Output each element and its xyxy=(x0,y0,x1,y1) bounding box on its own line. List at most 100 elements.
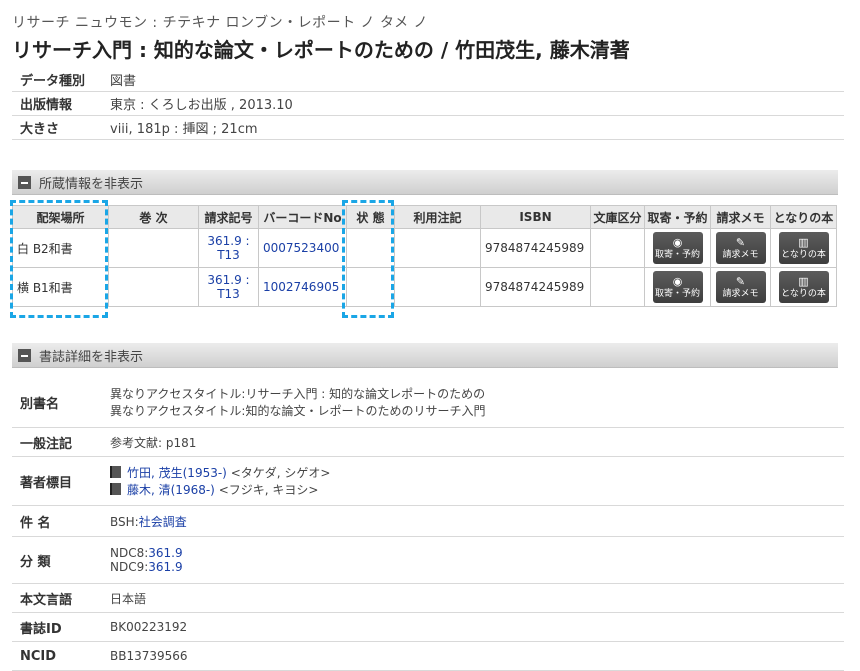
memo-cell: ✎ 請求メモ xyxy=(710,228,771,268)
barcode-cell: 1002746905 xyxy=(258,267,347,307)
detail-label: 分 類 xyxy=(12,536,102,584)
volume-cell xyxy=(108,228,199,268)
next-book-label: となりの本 xyxy=(781,249,826,260)
detail-row-subject: 件 名 BSH:社会調査 xyxy=(12,505,844,537)
classification-prefix: NDC9: xyxy=(110,560,149,574)
info-value: 東京 : くろしお出版 , 2013.10 xyxy=(102,91,844,116)
next-book-button[interactable]: ▥ となりの本 xyxy=(778,271,829,303)
usage-note-cell xyxy=(394,228,481,268)
table-row: 横 B1和書 361.9 : T13 1002746905 9784874245… xyxy=(12,267,837,307)
collapse-minus-icon xyxy=(18,348,31,362)
usage-note-cell xyxy=(394,267,481,307)
collapse-minus-icon xyxy=(18,175,31,189)
author-reading: <タケダ, シゲオ> xyxy=(230,466,331,480)
holdings-header-row: 配架場所 巻 次 請求記号 バーコードNo 状 態 利用注記 ISBN 文庫区分… xyxy=(12,205,837,229)
info-row-type: データ種別 図書 xyxy=(12,68,844,92)
info-label: 大きさ xyxy=(12,115,102,140)
detail-row-general-note: 一般注記 参考文献: p181 xyxy=(12,427,844,457)
bunko-cell xyxy=(590,267,645,307)
memo-button[interactable]: ✎ 請求メモ xyxy=(715,232,766,264)
alt-title-line: 異なりアクセスタイトル:知的な論文・レポートのためのリサーチ入門 xyxy=(110,404,486,418)
books-icon: ▥ xyxy=(798,235,809,249)
detail-label: 別書名 xyxy=(12,377,102,428)
bunko-cell xyxy=(590,228,645,268)
status-column-highlight xyxy=(342,200,394,318)
detail-row-authors: 著者標目 竹田, 茂生(1953-) <タケダ, シゲオ> 藤木, 清(1968… xyxy=(12,456,844,506)
col-isbn: ISBN xyxy=(480,205,591,229)
reserve-icon: ◉ xyxy=(672,274,683,288)
detail-row-alt-title: 別書名 異なりアクセスタイトル:リサーチ入門 : 知的な論文レポートのための 異… xyxy=(12,377,844,428)
author-link[interactable]: 藤木, 清(1968-) xyxy=(127,483,215,497)
call-number-link[interactable]: 361.9 : T13 xyxy=(207,273,249,301)
info-label: データ種別 xyxy=(12,68,102,92)
reserve-label: 取寄・予約 xyxy=(654,249,700,260)
alt-title-line: 異なりアクセスタイトル:リサーチ入門 : 知的な論文レポートのための xyxy=(110,387,486,401)
subject-link[interactable]: 社会調査 xyxy=(139,515,187,529)
reserve-button[interactable]: ◉ 取寄・予約 xyxy=(652,271,703,303)
memo-label: 請求メモ xyxy=(722,288,759,299)
classification-link[interactable]: 361.9 xyxy=(148,546,182,560)
detail-row-biblio-id: 書誌ID BK00223192 xyxy=(12,612,844,642)
biblio-detail-table: 別書名 異なりアクセスタイトル:リサーチ入門 : 知的な論文レポートのための 異… xyxy=(12,377,844,671)
memo-button[interactable]: ✎ 請求メモ xyxy=(715,271,766,303)
detail-label: 本文言語 xyxy=(12,583,102,613)
author-reading: <フジキ, キヨシ> xyxy=(218,483,319,497)
detail-row-ncid: NCID BB13739566 xyxy=(12,641,844,671)
col-bunko: 文庫区分 xyxy=(590,205,645,229)
col-usage-note: 利用注記 xyxy=(394,205,481,229)
catalog-record-page: リサーチ ニュウモン : チテキナ ロンブン・レポート ノ タメ ノ リサーチ入… xyxy=(0,0,860,671)
volume-cell xyxy=(108,267,199,307)
detail-value: NDC8:361.9 NDC9:361.9 xyxy=(102,536,844,584)
author-entry: 藤木, 清(1968-) <フジキ, キヨシ> xyxy=(110,481,844,498)
detail-value: BSH:社会調査 xyxy=(102,505,844,537)
detail-value: 竹田, 茂生(1953-) <タケダ, シゲオ> 藤木, 清(1968-) <フ… xyxy=(102,456,844,506)
reserve-cell: ◉ 取寄・予約 xyxy=(644,228,711,268)
barcode-link[interactable]: 0007523400 xyxy=(263,241,339,255)
reserve-cell: ◉ 取寄・予約 xyxy=(644,267,711,307)
info-value: viii, 181p : 挿図 ; 21cm xyxy=(102,115,844,140)
call-number-link[interactable]: 361.9 : T13 xyxy=(207,234,249,262)
detail-value: BK00223192 xyxy=(102,612,844,642)
holdings-section-toggle[interactable]: 所蔵情報を非表示 xyxy=(12,170,838,195)
detail-label: 著者標目 xyxy=(12,456,102,506)
subject-prefix: BSH: xyxy=(110,514,139,529)
biblio-section-toggle[interactable]: 書誌詳細を非表示 xyxy=(12,343,838,368)
title-reading: リサーチ ニュウモン : チテキナ ロンブン・レポート ノ タメ ノ xyxy=(12,15,429,31)
table-row: 白 B2和書 361.9 : T13 0007523400 9784874245… xyxy=(12,228,837,268)
reserve-icon: ◉ xyxy=(672,235,683,249)
classification-link[interactable]: 361.9 xyxy=(148,560,182,574)
memo-label: 請求メモ xyxy=(722,249,759,260)
call-number-cell: 361.9 : T13 xyxy=(198,228,259,268)
isbn-cell: 9784874245989 xyxy=(480,267,591,307)
barcode-cell: 0007523400 xyxy=(258,228,347,268)
holdings-table: 配架場所 巻 次 請求記号 バーコードNo 状 態 利用注記 ISBN 文庫区分… xyxy=(12,205,837,307)
pencil-icon: ✎ xyxy=(735,235,746,249)
isbn-cell: 9784874245989 xyxy=(480,228,591,268)
col-memo: 請求メモ xyxy=(710,205,771,229)
call-number-cell: 361.9 : T13 xyxy=(198,267,259,307)
detail-label: 書誌ID xyxy=(12,612,102,642)
detail-value: 異なりアクセスタイトル:リサーチ入門 : 知的な論文レポートのための 異なりアク… xyxy=(102,377,844,428)
author-link[interactable]: 竹田, 茂生(1953-) xyxy=(127,466,227,480)
book-icon xyxy=(110,483,121,495)
next-book-cell: ▥ となりの本 xyxy=(770,228,837,268)
barcode-link[interactable]: 1002746905 xyxy=(263,280,339,294)
pencil-icon: ✎ xyxy=(735,274,746,288)
page-title: リサーチ入門 : 知的な論文・レポートのための / 竹田茂生, 藤木清著 xyxy=(12,38,630,62)
books-icon: ▥ xyxy=(798,274,809,288)
classification-prefix: NDC8: xyxy=(110,546,149,560)
location-column-highlight xyxy=(10,200,108,318)
reserve-label: 取寄・予約 xyxy=(654,288,700,299)
detail-value: 参考文献: p181 xyxy=(102,427,844,457)
col-reserve: 取寄・予約 xyxy=(644,205,711,229)
next-book-button[interactable]: ▥ となりの本 xyxy=(778,232,829,264)
next-book-cell: ▥ となりの本 xyxy=(770,267,837,307)
detail-value: 日本語 xyxy=(102,583,844,613)
detail-label: NCID xyxy=(12,641,102,671)
reserve-button[interactable]: ◉ 取寄・予約 xyxy=(652,232,703,264)
holdings-section-label: 所蔵情報を非表示 xyxy=(39,176,144,192)
col-barcode: バーコードNo xyxy=(258,205,347,229)
next-book-label: となりの本 xyxy=(781,288,826,299)
info-label: 出版情報 xyxy=(12,91,102,116)
classification-entry: NDC8:361.9 xyxy=(110,546,844,560)
